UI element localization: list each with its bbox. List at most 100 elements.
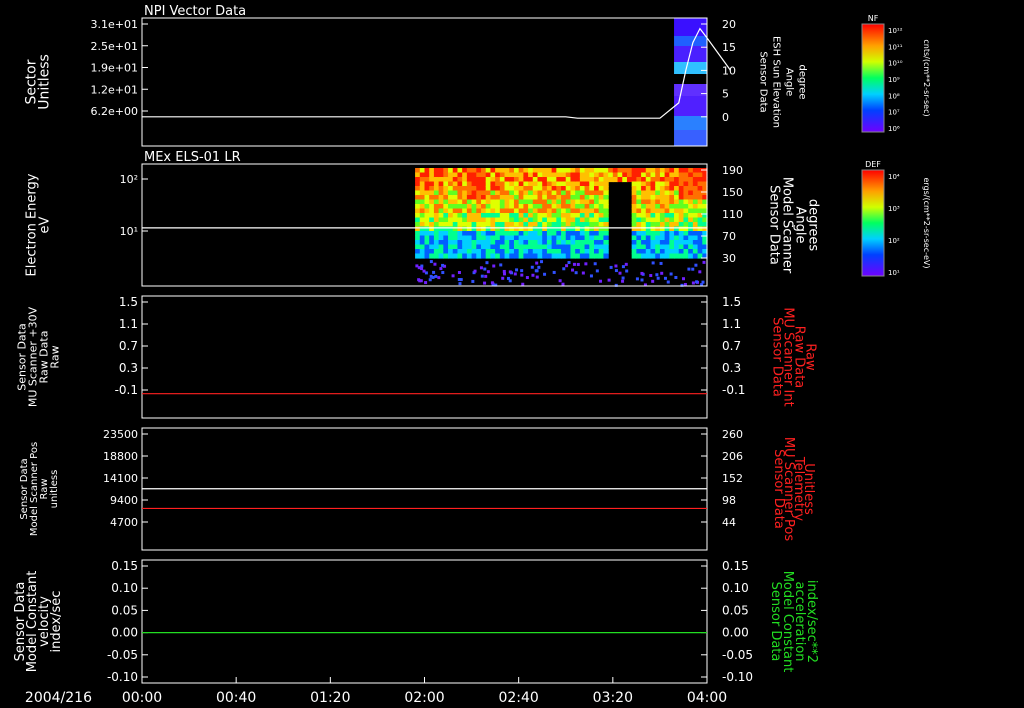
spectrogram-cell <box>429 195 435 201</box>
spectrogram-cell <box>490 181 496 187</box>
spectrogram-cell <box>415 186 421 192</box>
spectrogram-cell <box>438 172 444 178</box>
spectrogram-dot <box>562 267 566 271</box>
spectrogram-cell <box>650 172 656 178</box>
spectrogram-cell <box>452 253 459 259</box>
colorbar-tick-label: 10¹¹ <box>888 43 903 51</box>
spectrogram-cell <box>424 190 430 196</box>
spectrogram-cell <box>523 177 529 183</box>
spectrogram-dot <box>698 270 702 274</box>
spectrogram-cell <box>485 168 492 174</box>
spectrogram-cell <box>466 172 473 178</box>
spectrogram-cell <box>636 204 642 210</box>
spectrogram-cell <box>664 199 670 205</box>
spectrogram-cell <box>448 204 454 210</box>
spectrogram-cell <box>655 253 661 259</box>
spectrogram-cell <box>594 181 600 187</box>
right-tick-label: 70 <box>722 230 736 243</box>
spectrogram-cell <box>466 195 473 201</box>
spectrogram-dot <box>429 260 433 264</box>
spectrogram-cell <box>659 190 666 196</box>
spectrogram-cell <box>495 213 501 219</box>
spectrogram-cell <box>443 181 449 187</box>
spectrogram-cell <box>523 172 529 178</box>
spectrogram-cell <box>659 195 666 201</box>
spectrogram-cell <box>433 249 440 255</box>
spectrogram-cell <box>504 226 510 232</box>
spectrogram-cell <box>433 186 440 192</box>
spectrogram-cell <box>546 244 553 250</box>
spectrogram-cell <box>664 177 670 183</box>
spectrogram-cell <box>438 204 444 210</box>
spectrogram-cell <box>669 226 675 232</box>
spectrogram-dot <box>669 272 673 276</box>
spectrogram-cell <box>424 195 430 201</box>
spectrogram-cell <box>669 253 675 259</box>
spectrogram-cell <box>575 208 581 214</box>
spectrogram-cell <box>683 181 689 187</box>
spectrogram-cell <box>433 226 440 232</box>
spectrogram-cell <box>438 195 444 201</box>
spectrogram-cell <box>683 204 689 210</box>
spectrogram-cell <box>523 235 529 241</box>
spectrogram-cell <box>561 168 567 174</box>
right-tick-label: 10 <box>722 64 736 77</box>
spectrogram-dot <box>651 261 655 265</box>
colorbar-tick-label: 10¹⁰ <box>888 60 903 68</box>
spectrogram-cell <box>641 172 647 178</box>
spectrogram-cell <box>415 213 421 219</box>
spectrogram-cell <box>546 190 553 196</box>
spectrogram-cell <box>645 231 652 237</box>
spectrogram-cell <box>448 168 454 174</box>
spectrogram-cell <box>471 199 477 205</box>
spectrogram-cell <box>476 186 482 192</box>
spectrogram-dot <box>666 280 670 284</box>
spectrogram-cell <box>485 208 492 214</box>
spectrogram-cell <box>659 231 666 237</box>
spectrogram-cell <box>612 177 619 183</box>
spectrogram-cell <box>504 217 510 223</box>
spectrogram-cell <box>612 168 619 174</box>
spectrogram-cell <box>481 199 487 205</box>
spectrogram-cell <box>518 172 524 178</box>
spectrogram-cell <box>674 222 680 228</box>
right-tick-label: 150 <box>722 186 743 199</box>
spectrogram-cell <box>598 240 605 246</box>
spectrogram-cell <box>504 172 510 178</box>
spectrogram-cell <box>448 181 454 187</box>
spectrogram-cell <box>561 240 567 246</box>
spectrogram-cell <box>429 240 435 246</box>
spectrogram-cell <box>513 231 520 237</box>
spectrogram-cell <box>659 181 666 187</box>
spectrogram-cell <box>485 235 492 241</box>
right-axis-label: Angle <box>784 68 795 96</box>
spectrogram-cell <box>546 208 553 214</box>
spectrogram-cell <box>485 195 492 201</box>
spectrogram-cell <box>457 204 463 210</box>
spectrogram-cell <box>452 244 459 250</box>
spectrogram-cell <box>575 168 581 174</box>
spectrogram-cell <box>415 190 421 196</box>
spectrogram-cell <box>499 208 506 214</box>
spectrogram-dot <box>501 276 505 280</box>
spectrogram-dot <box>565 264 569 268</box>
spectrogram-cell <box>584 226 590 232</box>
spectrogram-cell <box>594 253 600 259</box>
spectrogram-cell <box>495 186 501 192</box>
spectrogram-cell <box>424 235 430 241</box>
spectrogram-cell <box>523 181 529 187</box>
spectrogram-cell <box>692 249 699 255</box>
spectrogram-cell <box>598 177 605 183</box>
spectrogram-cell <box>664 213 670 219</box>
spectrogram-cell <box>565 249 572 255</box>
spectrogram-cell <box>429 168 435 174</box>
spectrogram-cell <box>556 195 562 201</box>
spectrogram-cell <box>495 172 501 178</box>
spectrogram-cell <box>443 199 449 205</box>
spectrogram-cell <box>692 199 699 205</box>
spectrogram-band <box>674 130 707 146</box>
spectrogram-cell <box>575 186 581 192</box>
spectrogram-cell <box>575 226 581 232</box>
spectrogram-cell <box>669 244 675 250</box>
spectrogram-cell <box>537 199 543 205</box>
